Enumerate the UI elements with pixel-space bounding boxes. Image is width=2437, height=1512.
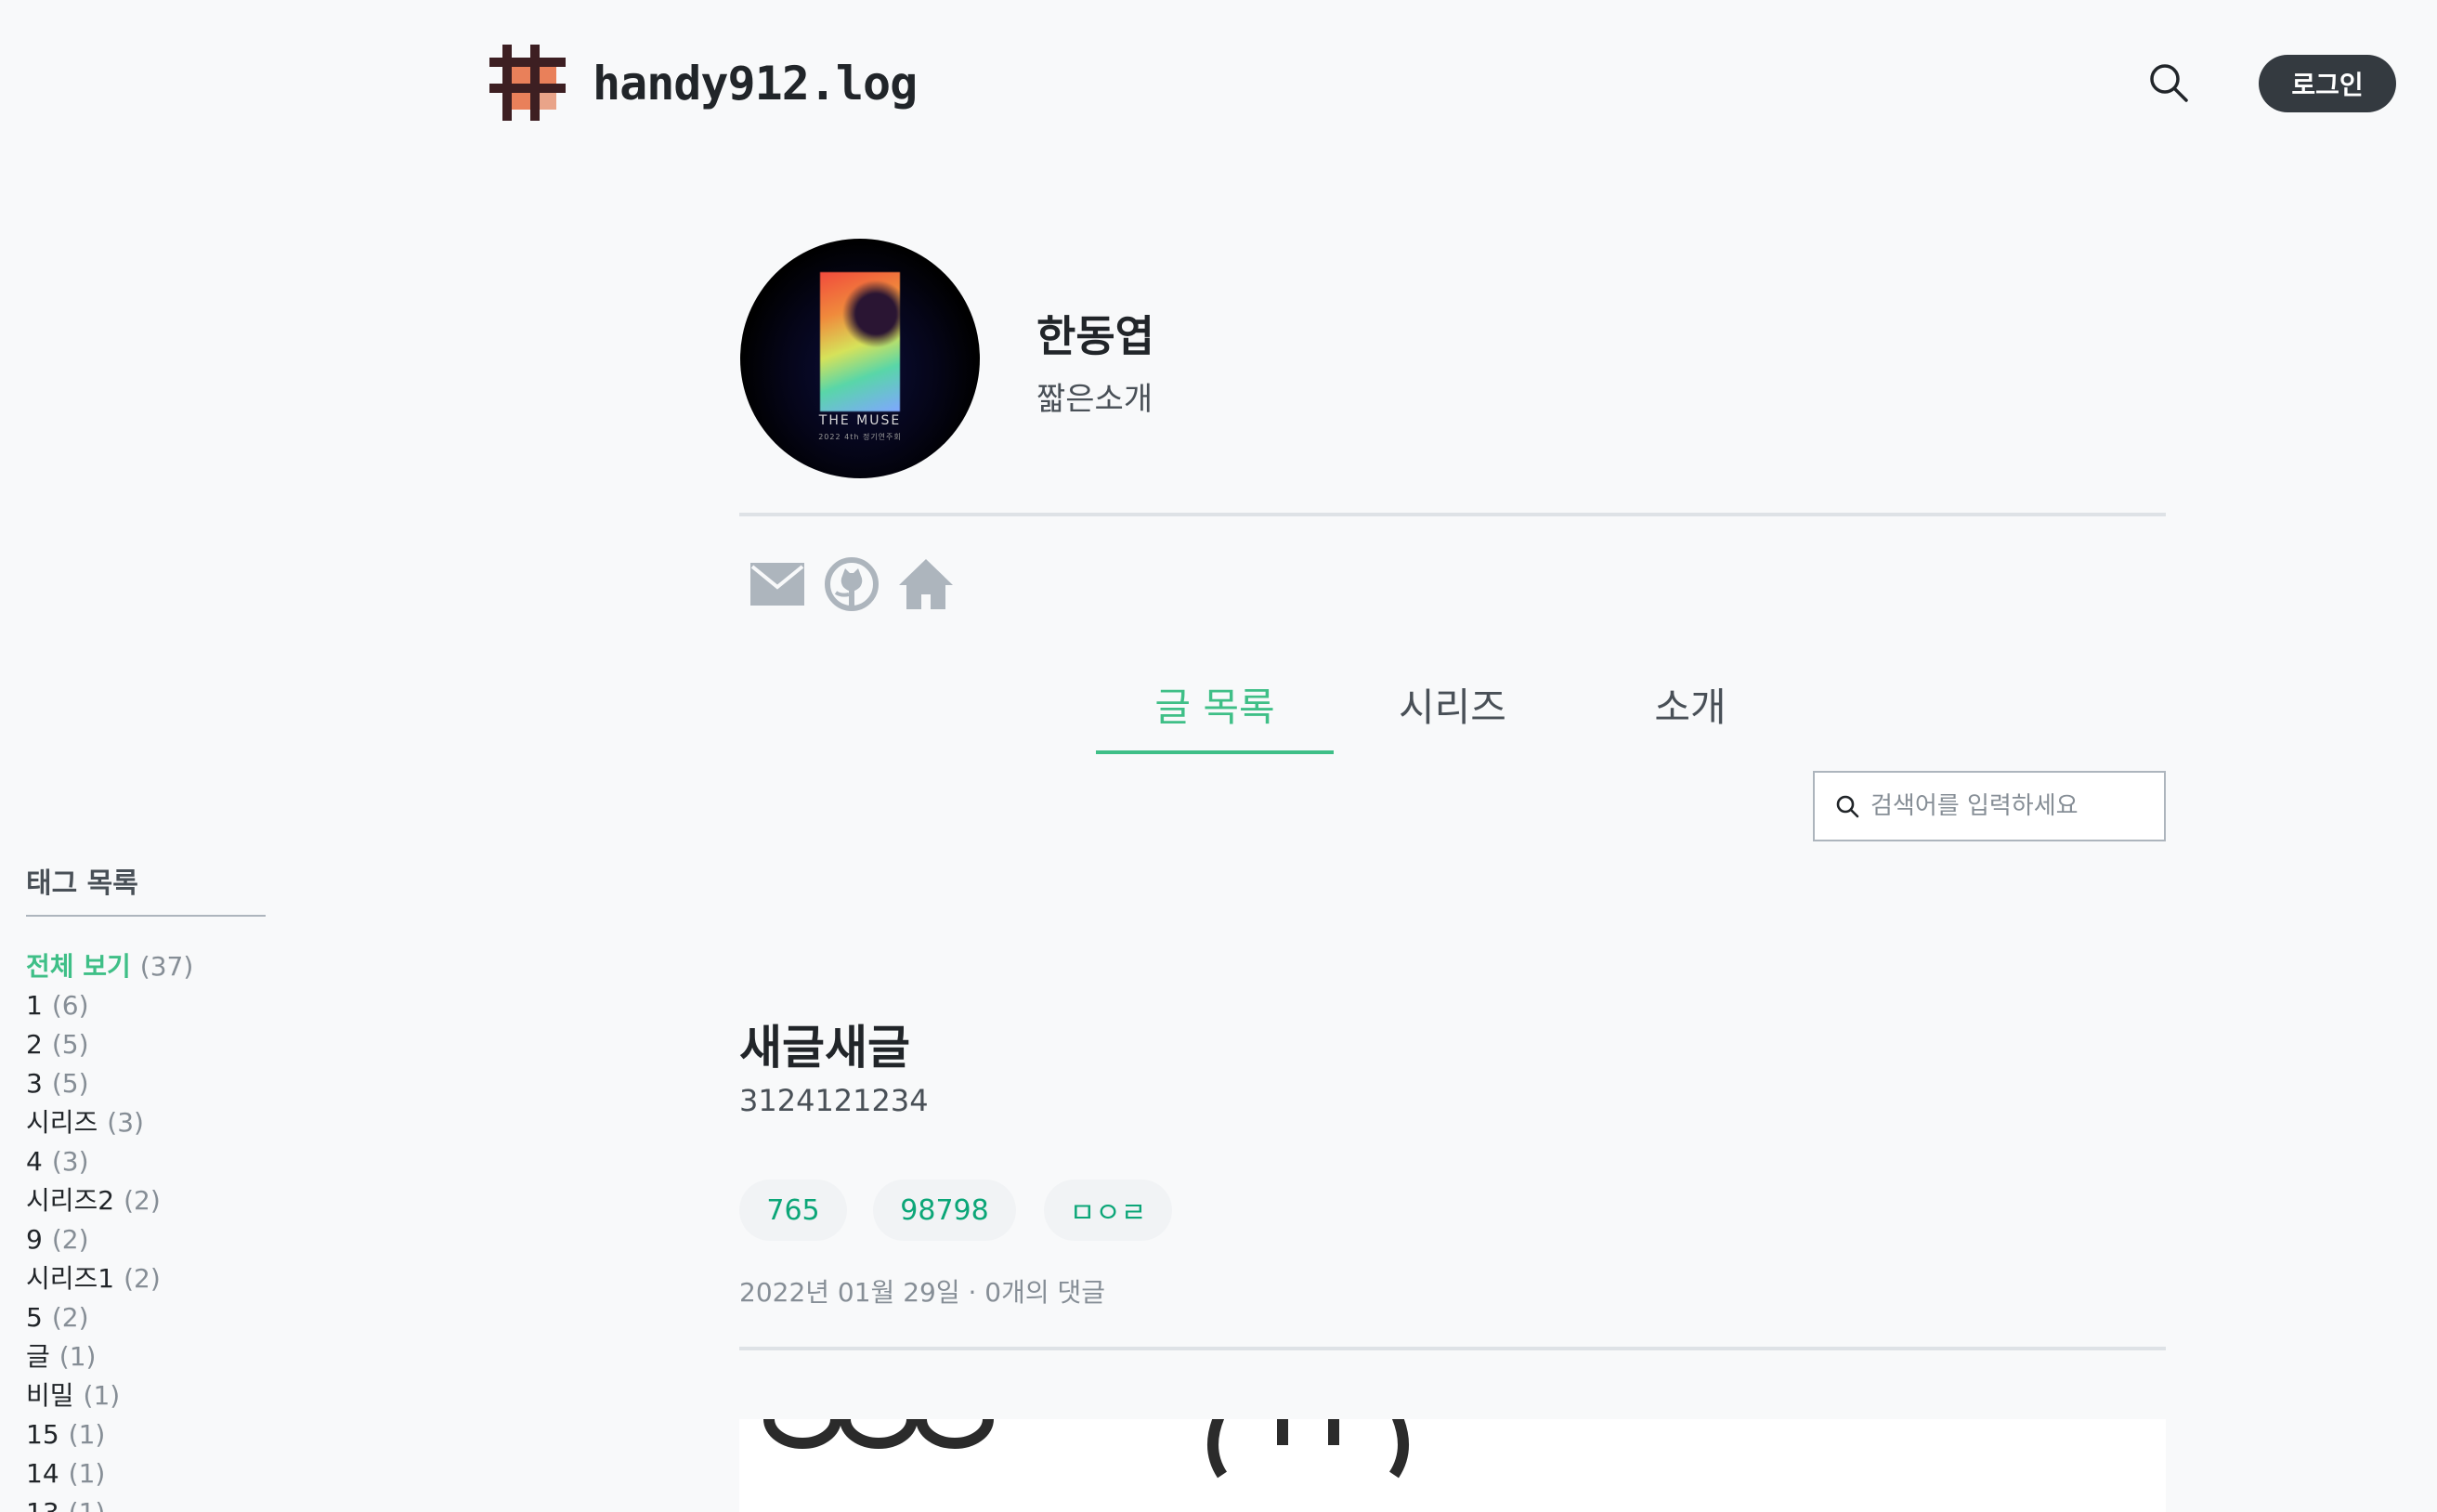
tag-item[interactable]: 3 (5) [26,1064,193,1103]
thumbnail-image [763,1419,1409,1479]
tag-count: (6) [51,990,89,1021]
tag-name: 2 [26,1029,43,1060]
page: handy912.log 로그인 THE MUSE 2022 4th 정기연주회… [0,0,2437,1512]
tag-item[interactable]: 9 (2) [26,1220,193,1259]
tag-count: (37) [139,951,194,982]
tag-name: 13 [26,1497,59,1512]
tag-name: 시리즈 [26,1107,98,1138]
avatar-poster-subtitle: 2022 4th 정기연주회 [818,433,902,441]
tag-count: (2) [51,1224,89,1255]
tag-item[interactable]: 14 (1) [26,1454,193,1493]
tab-indicator [1096,750,1334,754]
tag-list: 전체 보기 (37) 1 (6) 2 (5) 3 (5) 시리즈 (3) 4 (3) 시리즈… [26,947,193,1512]
tag-name: 글 [26,1341,50,1372]
avatar-poster [820,272,900,411]
post-search-box[interactable] [1813,771,2166,841]
avatar-poster-title: THE MUSE [818,413,902,428]
post-divider [739,1347,2166,1350]
tag-count: (2) [124,1185,161,1216]
tag-item[interactable]: 2 (5) [26,1025,193,1064]
search-input[interactable] [1870,792,2149,820]
tab-posts[interactable]: 글 목록 [1096,676,1334,733]
profile-description: 짧은소개 [1036,381,1153,418]
login-button[interactable]: 로그인 [2259,55,2396,112]
search-icon [1836,795,1859,818]
tag-item[interactable]: 5 (2) [26,1298,193,1337]
avatar: THE MUSE 2022 4th 정기연주회 [740,239,980,478]
tag-item[interactable]: 15 (1) [26,1415,193,1454]
tag-name: 5 [26,1302,43,1333]
tag-name: 비밀 [26,1380,74,1411]
search-icon[interactable] [2147,61,2190,104]
post-meta: 2022년 01월 29일 · 0개의 댓글 [739,1277,1106,1308]
tag-name: 4 [26,1146,43,1177]
post-tag-chip[interactable]: ㅁㅇㄹ [1044,1180,1172,1241]
tag-name: 15 [26,1419,59,1450]
tag-name: 3 [26,1068,43,1099]
tag-name: 1 [26,990,43,1021]
post-description: 3124121234 [739,1083,929,1118]
tag-count: (2) [51,1302,89,1333]
tag-list-title: 태그 목록 [26,867,138,900]
profile-divider [739,513,2166,516]
tag-item[interactable]: 시리즈 (3) [26,1103,193,1142]
github-icon[interactable] [823,555,880,613]
post-title[interactable]: 새글새글 [739,1010,910,1077]
tab-about[interactable]: 소개 [1571,676,1809,733]
tag-item[interactable]: 1 (6) [26,986,193,1025]
tag-name: 시리즈1 [26,1263,115,1294]
tag-name: 전체 보기 [26,951,131,982]
tag-count: (1) [69,1497,106,1512]
tag-name: 9 [26,1224,43,1255]
mail-icon[interactable] [749,555,806,613]
tag-item[interactable]: 시리즈2 (2) [26,1181,193,1220]
tag-count: (1) [59,1341,97,1372]
blog-title[interactable]: handy912.log [593,52,918,115]
tag-count: (2) [124,1263,161,1294]
tag-item[interactable]: 4 (3) [26,1142,193,1181]
logo-icon[interactable] [489,45,566,121]
post-tag-chip[interactable]: 765 [739,1180,847,1241]
tag-count: (3) [51,1146,89,1177]
tab-series[interactable]: 시리즈 [1334,676,1571,733]
tag-count: (1) [68,1419,106,1450]
tag-count: (5) [51,1029,89,1060]
profile-name: 한동엽 [1036,311,1154,361]
tag-item[interactable]: 글 (1) [26,1337,193,1376]
tag-name: 시리즈2 [26,1185,115,1216]
tag-name: 14 [26,1458,59,1489]
tag-count: (1) [68,1458,106,1489]
tag-item-all[interactable]: 전체 보기 (37) [26,947,193,986]
tag-item[interactable]: 13 (1) [26,1493,193,1512]
post-tag-chip[interactable]: 98798 [873,1180,1016,1241]
tag-count: (5) [51,1068,89,1099]
tag-count: (1) [83,1380,121,1411]
home-icon[interactable] [897,555,955,613]
post-thumbnail[interactable] [739,1419,2166,1512]
tag-list-divider [26,915,266,917]
tag-item[interactable]: 시리즈1 (2) [26,1259,193,1298]
tag-count: (3) [107,1107,144,1138]
tag-item[interactable]: 비밀 (1) [26,1376,193,1415]
